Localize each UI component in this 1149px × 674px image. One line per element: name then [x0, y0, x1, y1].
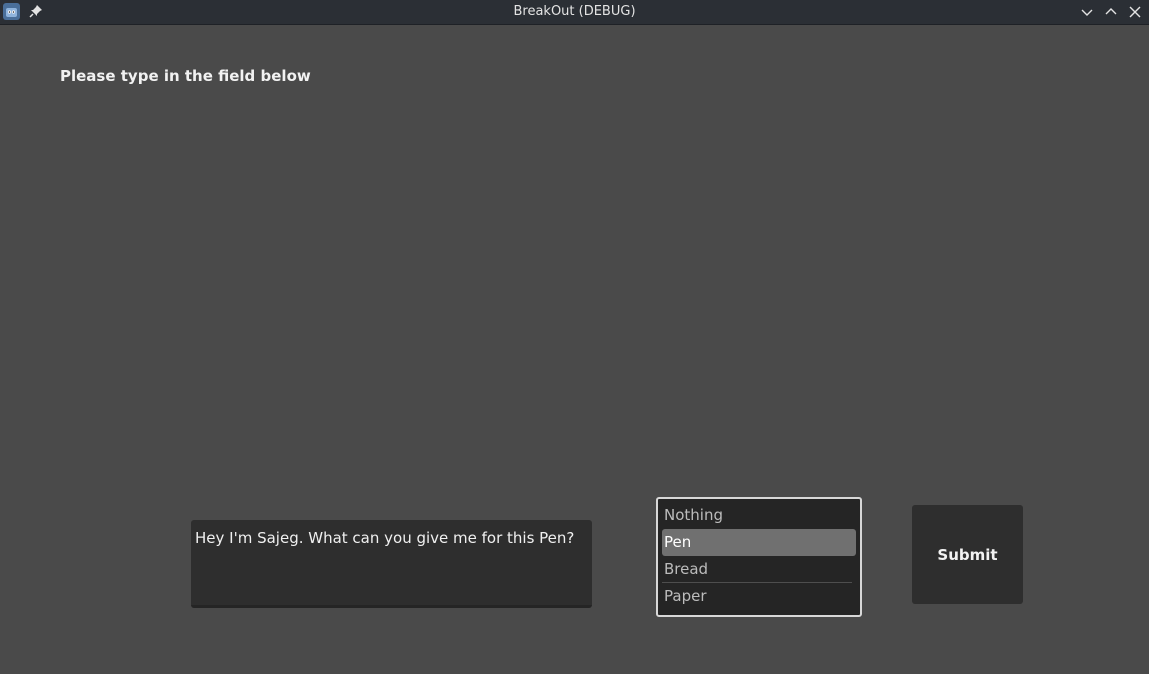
list-item-nothing[interactable]: Nothing: [662, 502, 856, 529]
list-item-bread[interactable]: Bread: [662, 556, 852, 583]
window-title: BreakOut (DEBUG): [513, 4, 636, 19]
window-titlebar: BreakOut (DEBUG): [0, 0, 1149, 25]
message-input[interactable]: Hey I'm Sajeg. What can you give me for …: [191, 520, 592, 608]
close-icon[interactable]: [1126, 3, 1144, 21]
maximize-icon[interactable]: [1102, 3, 1120, 21]
submit-button[interactable]: Submit: [912, 505, 1023, 604]
prompt-label: Please type in the field below: [60, 67, 311, 85]
game-viewport: Please type in the field below Hey I'm S…: [0, 25, 1149, 674]
minimize-icon[interactable]: [1078, 3, 1096, 21]
list-item-paper[interactable]: Paper: [662, 583, 856, 610]
item-list[interactable]: Nothing Pen Bread Paper: [656, 497, 862, 617]
list-item-pen[interactable]: Pen: [662, 529, 856, 556]
